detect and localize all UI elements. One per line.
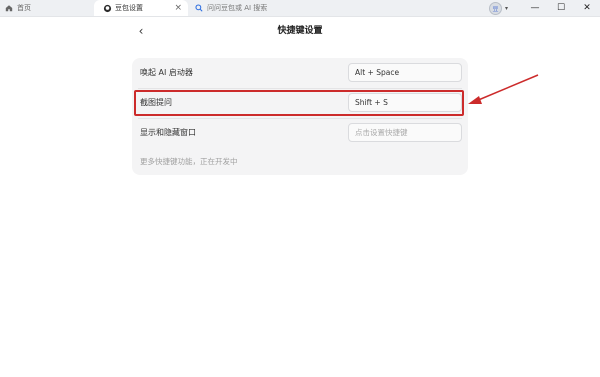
page-title: 快捷键设置: [277, 26, 323, 36]
annotation-arrow-icon: [468, 74, 539, 104]
shortcut-row-launcher: 唤起 AI 启动器 Alt + Space: [132, 58, 468, 88]
shortcut-label: 唤起 AI 启动器: [140, 68, 193, 77]
maximize-button[interactable]: ☐: [548, 0, 574, 16]
avatar-letter: 豆: [492, 5, 499, 13]
footnote: 更多快捷键功能，正在开发中: [140, 157, 238, 166]
window-controls: 豆 ▾ — ☐ ✕: [488, 0, 600, 16]
tab-search[interactable]: 问问豆包或 AI 搜索: [192, 0, 372, 16]
tab-home[interactable]: 首页: [0, 0, 92, 16]
close-window-button[interactable]: ✕: [574, 0, 600, 16]
shortcut-input-launcher[interactable]: Alt + Space: [348, 63, 462, 82]
shortcut-row-toggle-window: 显示和隐藏窗口 点击设置快捷键: [132, 118, 468, 148]
close-tab-icon[interactable]: ×: [174, 3, 182, 13]
tab-settings-label: 豆包设置: [115, 4, 143, 12]
tab-settings[interactable]: 豆包设置 ×: [94, 0, 188, 16]
search-icon: [194, 3, 204, 13]
highlight-box: [134, 90, 464, 116]
avatar[interactable]: 豆: [488, 1, 502, 15]
shortcut-input-toggle-window[interactable]: 点击设置快捷键: [348, 123, 462, 142]
home-icon: [4, 3, 14, 13]
tab-home-label: 首页: [17, 4, 31, 12]
shortcut-settings-card: 唤起 AI 启动器 Alt + Space 截图提问 Shift + S 显示和…: [132, 58, 468, 175]
tab-search-label: 问问豆包或 AI 搜索: [207, 4, 268, 12]
minimize-button[interactable]: —: [522, 0, 548, 16]
chevron-down-icon[interactable]: ▾: [505, 5, 508, 12]
shortcut-label: 显示和隐藏窗口: [140, 128, 196, 137]
tab-bar: 首页 豆包设置 × 问问豆包或 AI 搜索 豆 ▾ — ☐ ✕: [0, 0, 600, 17]
doubao-icon: [102, 3, 112, 13]
